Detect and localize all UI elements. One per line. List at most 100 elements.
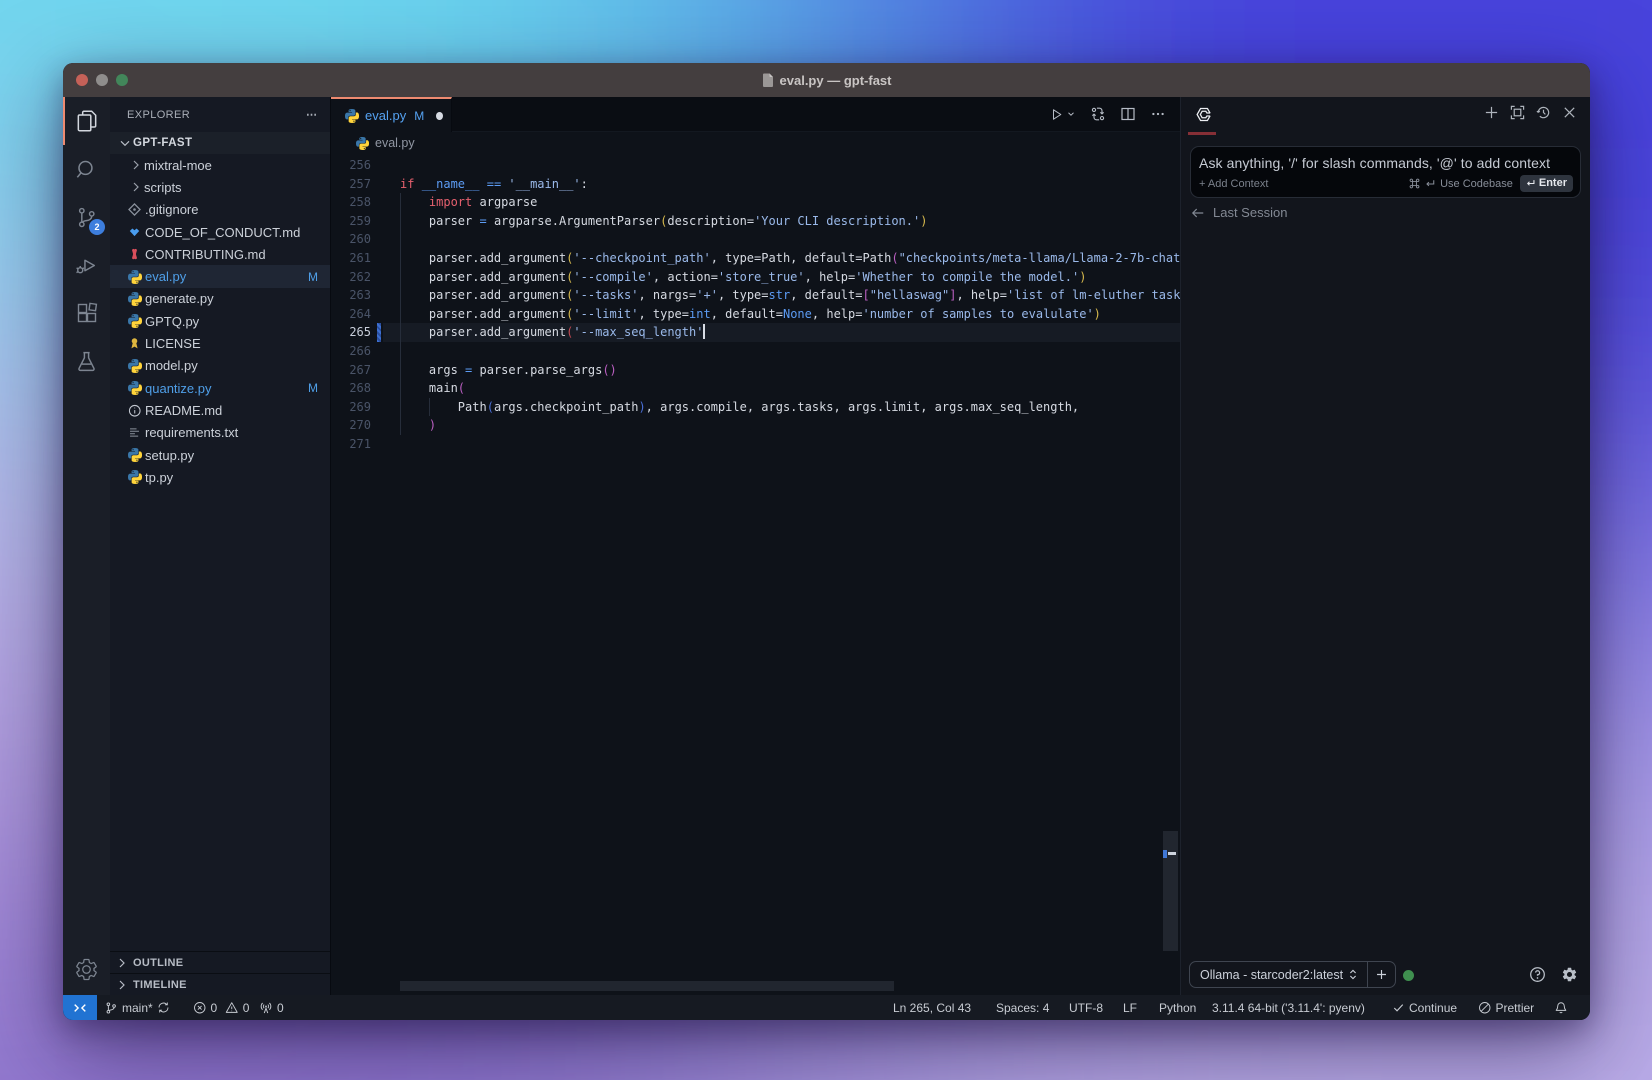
close-panel-icon[interactable] (1562, 105, 1577, 120)
code-line-264[interactable]: 264 parser.add_argument('--limit', type=… (331, 305, 1180, 324)
vertical-scrollbar[interactable] (1163, 831, 1178, 951)
continue-logo-icon[interactable] (1195, 106, 1213, 123)
enter-button[interactable]: Enter (1520, 175, 1573, 192)
code-line-266[interactable]: 266 (331, 342, 1180, 361)
open-changes-icon[interactable] (1090, 106, 1106, 122)
file-row-scripts[interactable]: scripts (110, 176, 330, 198)
extensions-icon (75, 301, 99, 325)
file-row-quantize-py[interactable]: quantize.pyM (110, 377, 330, 399)
python-file-icon (128, 470, 145, 484)
file-row-tp-py[interactable]: tp.py (110, 466, 330, 488)
file-name: mixtral-moe (144, 158, 212, 173)
code-line-268[interactable]: 268 main( (331, 379, 1180, 398)
code-line-269[interactable]: 269 Path(args.checkpoint_path), args.com… (331, 398, 1180, 417)
file-row-mixtral-moe[interactable]: mixtral-moe (110, 154, 330, 176)
model-selector[interactable]: Ollama - starcoder2:latest (1189, 961, 1396, 988)
minimize-window-button[interactable] (96, 74, 108, 86)
code-line-271[interactable]: 271 (331, 435, 1180, 454)
prettier-status[interactable]: Prettier (1478, 995, 1534, 1020)
notifications-status[interactable] (1554, 995, 1568, 1020)
file-row-generate-py[interactable]: generate.py (110, 288, 330, 310)
activity-bar: 2 (63, 97, 110, 995)
continue-status[interactable]: Continue (1392, 995, 1457, 1020)
activity-source-control[interactable]: 2 (63, 193, 110, 241)
file-row--gitignore[interactable]: .gitignore (110, 199, 330, 221)
code-line-270[interactable]: 270 ) (331, 416, 1180, 435)
add-model-button[interactable] (1367, 962, 1395, 987)
split-editor-icon[interactable] (1120, 106, 1136, 122)
conduct-file-icon (128, 226, 145, 239)
file-row-readme-md[interactable]: README.md (110, 399, 330, 421)
code-line-261[interactable]: 261 parser.add_argument('--checkpoint_pa… (331, 249, 1180, 268)
line-number: 265 (331, 323, 371, 342)
code-line-260[interactable]: 260 (331, 230, 1180, 249)
help-icon[interactable] (1529, 966, 1546, 983)
zoom-window-button[interactable] (116, 74, 128, 86)
activity-run-debug[interactable] (63, 241, 110, 289)
more-actions-icon[interactable] (1150, 106, 1166, 122)
code-line-256[interactable]: 256 (331, 156, 1180, 175)
file-row-eval-py[interactable]: eval.pyM (110, 265, 330, 287)
run-python-file-button[interactable] (1049, 107, 1076, 122)
outline-section-header[interactable]: OUTLINE (110, 951, 330, 973)
close-window-button[interactable] (76, 74, 88, 86)
code-line-265[interactable]: 265 parser.add_argument('--max_seq_lengt… (331, 323, 1180, 342)
cursor-position-status[interactable]: Ln 265, Col 43 (893, 995, 971, 1020)
problems-status[interactable]: 0 0 (193, 995, 249, 1020)
activity-explorer[interactable] (63, 97, 110, 145)
use-codebase-hint[interactable]: Use Codebase (1409, 178, 1513, 190)
code-line-267[interactable]: 267 args = parser.parse_args() (331, 361, 1180, 380)
file-row-license[interactable]: LICENSE (110, 332, 330, 354)
code-area[interactable]: 256257if __name__ == '__main__':258 impo… (331, 154, 1180, 995)
contributing-file-icon (128, 248, 145, 261)
text-cursor (703, 324, 705, 339)
file-name: quantize.py (145, 381, 212, 396)
explorer-more-actions[interactable]: ⋯ (306, 108, 318, 121)
new-session-icon[interactable] (1484, 105, 1499, 120)
activity-settings[interactable] (63, 945, 110, 993)
project-root-row[interactable]: GPT-FAST (110, 132, 330, 154)
file-row-model-py[interactable]: model.py (110, 355, 330, 377)
line-content: import argparse (400, 193, 537, 212)
interpreter-status[interactable]: 3.11.4 64-bit ('3.11.4': pyenv) (1212, 995, 1365, 1020)
horizontal-scrollbar[interactable] (400, 981, 894, 991)
last-session-link[interactable]: Last Session (1191, 205, 1287, 220)
gear-icon[interactable] (1561, 966, 1578, 983)
activity-extensions[interactable] (63, 289, 110, 337)
timeline-section-header[interactable]: TIMELINE (110, 973, 330, 995)
add-context-button[interactable]: + Add Context (1199, 178, 1268, 190)
select-chevrons-icon (1347, 968, 1359, 981)
encoding-status[interactable]: UTF-8 (1069, 995, 1103, 1020)
python-file-icon (345, 109, 359, 123)
fullscreen-icon[interactable] (1510, 105, 1525, 120)
code-line-259[interactable]: 259 parser = argparse.ArgumentParser(des… (331, 212, 1180, 231)
indentation-status[interactable]: Spaces: 4 (996, 995, 1049, 1020)
eol-status[interactable]: LF (1123, 995, 1137, 1020)
file-row-gptq-py[interactable]: GPTQ.py (110, 310, 330, 332)
tab-eval-py[interactable]: eval.py M (331, 97, 452, 132)
code-line-262[interactable]: 262 parser.add_argument('--compile', act… (331, 268, 1180, 287)
code-line-258[interactable]: 258 import argparse (331, 193, 1180, 212)
code-line-257[interactable]: 257if __name__ == '__main__': (331, 175, 1180, 194)
file-row-code-of-conduct-md[interactable]: CODE_OF_CONDUCT.md (110, 221, 330, 243)
warning-icon (225, 1001, 239, 1015)
tab-dirty-indicator[interactable] (436, 112, 443, 120)
chat-input-box[interactable]: Ask anything, '/' for slash commands, '@… (1190, 146, 1581, 198)
remote-indicator[interactable] (63, 995, 97, 1020)
license-file-icon (128, 337, 145, 350)
activity-testing[interactable] (63, 337, 110, 385)
breadcrumb[interactable]: eval.py (331, 132, 1180, 154)
file-row-setup-py[interactable]: setup.py (110, 444, 330, 466)
document-icon (762, 73, 774, 87)
breadcrumb-item: eval.py (375, 136, 415, 150)
code-line-263[interactable]: 263 parser.add_argument('--tasks', nargs… (331, 286, 1180, 305)
history-icon[interactable] (1536, 105, 1551, 120)
line-number: 262 (331, 268, 371, 287)
activity-search[interactable] (63, 145, 110, 193)
ports-status[interactable]: 0 (259, 995, 284, 1020)
git-branch-status[interactable]: main* (104, 995, 170, 1020)
file-row-requirements-txt[interactable]: requirements.txt (110, 422, 330, 444)
language-status[interactable]: Python (1159, 995, 1196, 1020)
titlebar[interactable]: eval.py — gpt-fast (63, 63, 1590, 97)
file-row-contributing-md[interactable]: CONTRIBUTING.md (110, 243, 330, 265)
